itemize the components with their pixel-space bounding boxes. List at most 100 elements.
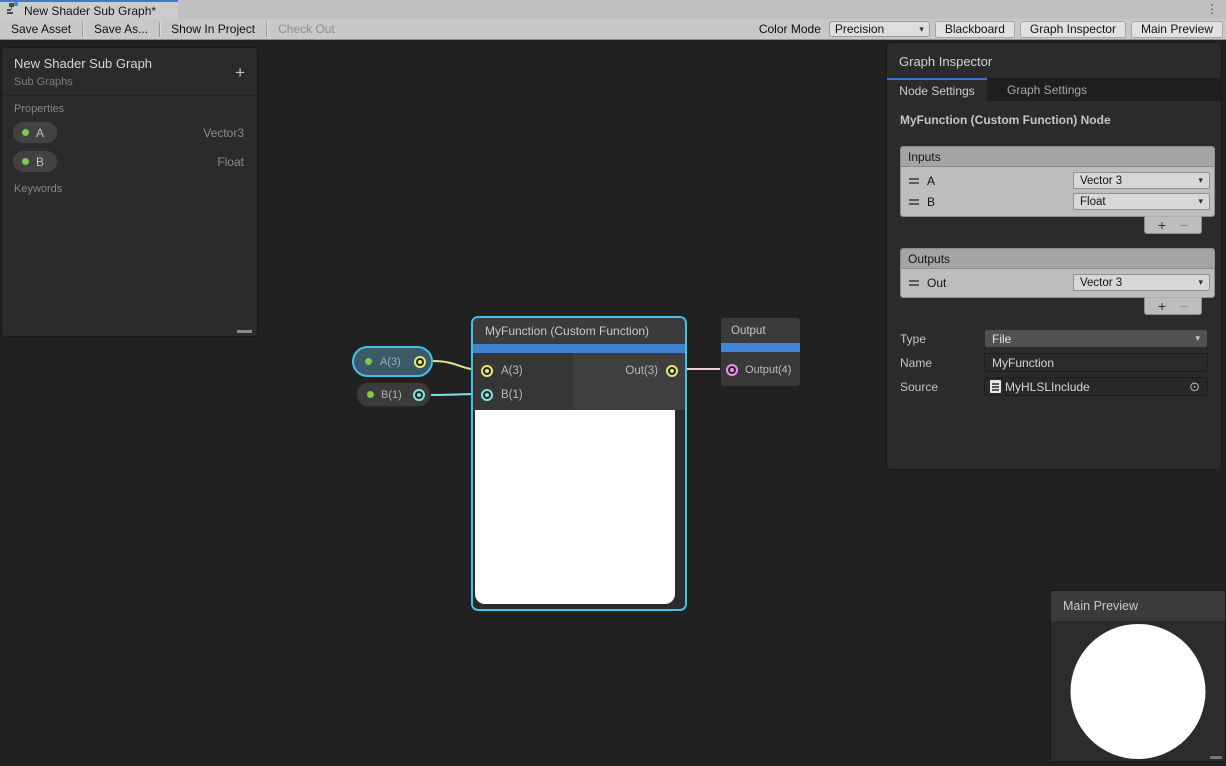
node-accent-bar (473, 344, 685, 353)
blackboard-resize-handle[interactable] (237, 330, 252, 333)
chevron-down-icon: ▾ (1198, 277, 1203, 288)
port-out[interactable] (666, 365, 678, 377)
property-pill-b[interactable]: B (12, 150, 58, 173)
add-input-button[interactable]: + (1158, 218, 1166, 232)
property-node-b[interactable]: B(1) (356, 382, 431, 407)
chevron-down-icon: ▾ (1198, 175, 1203, 186)
inputs-column: A(3) B(1) (473, 353, 574, 410)
property-a-name: A (36, 126, 44, 140)
color-mode-label: Color Mode (759, 22, 824, 36)
save-asset-button[interactable]: Save Asset (0, 19, 82, 39)
remove-input-button[interactable]: − (1180, 218, 1188, 232)
tab-graph-settings[interactable]: Graph Settings (987, 78, 1107, 101)
properties-section-label: Properties (2, 96, 257, 118)
input-a-type-value: Vector 3 (1080, 175, 1122, 187)
input-b-name: B (927, 195, 935, 209)
toolbar-right-group: Color Mode Precision ▾ Blackboard Graph … (759, 21, 1226, 38)
color-mode-value: Precision (835, 22, 884, 36)
add-property-button[interactable]: + (235, 64, 245, 81)
chevron-down-icon: ▾ (1198, 196, 1203, 207)
port-output-4[interactable] (726, 364, 738, 376)
file-icon (990, 380, 1001, 393)
main-preview-panel: Main Preview (1050, 590, 1226, 762)
output-out-type-dropdown[interactable]: Vector 3 ▾ (1073, 274, 1210, 291)
name-value: MyFunction (992, 356, 1054, 370)
tab-node-settings[interactable]: Node Settings (887, 78, 987, 101)
property-dot-icon (367, 391, 374, 398)
drag-handle-icon[interactable] (909, 280, 919, 286)
blackboard-toggle-button[interactable]: Blackboard (935, 21, 1015, 38)
remove-output-button[interactable]: − (1180, 299, 1188, 313)
main-preview-resize-handle[interactable] (1210, 756, 1222, 759)
graph-inspector-toggle-button[interactable]: Graph Inspector (1020, 21, 1126, 38)
custom-function-node-title[interactable]: MyFunction (Custom Function) (473, 318, 685, 344)
add-output-button[interactable]: + (1158, 299, 1166, 313)
inputs-list-footer: + − (1144, 216, 1202, 234)
inputs-list: Inputs A Vector 3 ▾ B Float (900, 146, 1215, 217)
property-dot-icon (365, 358, 372, 365)
port-b-output[interactable] (413, 389, 425, 401)
blackboard-property-row-b[interactable]: B Float (2, 147, 257, 176)
property-node-a[interactable]: A(3) (352, 346, 433, 377)
inputs-row-a[interactable]: A Vector 3 ▾ (905, 170, 1210, 191)
inspector-content: MyFunction (Custom Function) Node Inputs… (887, 101, 1221, 396)
main-preview-body[interactable] (1051, 621, 1225, 762)
color-mode-dropdown[interactable]: Precision ▾ (829, 21, 930, 37)
port-a-output[interactable] (414, 356, 426, 368)
window-menu-icon[interactable]: ⋮ (1206, 1, 1218, 18)
input-a-type-dropdown[interactable]: Vector 3 ▾ (1073, 172, 1210, 189)
source-value: MyHLSLInclude (1005, 380, 1090, 394)
drag-handle-icon[interactable] (909, 178, 919, 184)
source-label: Source (900, 380, 984, 394)
drag-handle-icon[interactable] (909, 199, 919, 205)
type-label: Type (900, 332, 984, 346)
blackboard-property-row-a[interactable]: A Vector3 (2, 118, 257, 147)
node-preview-area (473, 410, 685, 607)
input-b-type-dropdown[interactable]: Float ▾ (1073, 193, 1210, 210)
property-pill-a[interactable]: A (12, 121, 58, 144)
output-node[interactable]: Output Output(4) (720, 317, 801, 387)
object-picker-icon[interactable]: ⊙ (1189, 379, 1202, 395)
custom-function-node[interactable]: MyFunction (Custom Function) A(3) B(1) O… (471, 316, 687, 611)
property-dot-icon (22, 129, 29, 136)
main-preview-toggle-button[interactable]: Main Preview (1131, 21, 1223, 38)
chevron-down-icon: ▾ (1195, 333, 1200, 344)
document-tab-title: New Shader Sub Graph* (24, 4, 156, 18)
main-preview-header[interactable]: Main Preview (1051, 591, 1225, 621)
source-object-field[interactable]: MyHLSLInclude ⊙ (984, 377, 1208, 396)
input-a-name: A (927, 174, 935, 188)
input-port-row-a: A(3) (473, 359, 574, 383)
inspector-node-header: MyFunction (Custom Function) Node (900, 113, 1215, 127)
port-input-a[interactable] (481, 365, 493, 377)
output-node-title[interactable]: Output (721, 318, 800, 343)
outputs-list-rows: Out Vector 3 ▾ (901, 269, 1214, 297)
graph-inspector-title[interactable]: Graph Inspector (887, 43, 1221, 78)
name-field-row: Name MyFunction (900, 353, 1215, 372)
shader-graph-window: New Shader Sub Graph* ⋮ Save Asset Save … (0, 0, 1226, 766)
custom-function-ports: A(3) B(1) Out(3) (473, 353, 685, 410)
blackboard-title: New Shader Sub Graph (14, 56, 245, 71)
preview-sphere (1071, 624, 1206, 759)
blackboard-panel: New Shader Sub Graph Sub Graphs + Proper… (1, 47, 258, 337)
outputs-row-out[interactable]: Out Vector 3 ▾ (905, 272, 1210, 293)
property-dot-icon (22, 158, 29, 165)
input-b-label: B(1) (501, 389, 523, 401)
inputs-row-b[interactable]: B Float ▾ (905, 191, 1210, 212)
graph-inspector-panel: Graph Inspector Node Settings Graph Sett… (886, 42, 1222, 470)
type-dropdown[interactable]: File ▾ (984, 329, 1208, 348)
show-in-project-button[interactable]: Show In Project (160, 19, 266, 39)
outputs-list: Outputs Out Vector 3 ▾ + − (900, 248, 1215, 298)
property-b-type: Float (217, 155, 244, 169)
blackboard-subtitle: Sub Graphs (14, 76, 245, 88)
property-b-name: B (36, 155, 44, 169)
inspector-tabs: Node Settings Graph Settings (887, 78, 1221, 101)
blackboard-header[interactable]: New Shader Sub Graph Sub Graphs + (2, 48, 257, 96)
type-value: File (992, 332, 1011, 346)
name-input[interactable]: MyFunction (984, 353, 1208, 372)
outputs-column: Out(3) (574, 353, 685, 410)
out-label: Out(3) (625, 365, 658, 377)
port-input-b[interactable] (481, 389, 493, 401)
document-tab-strip: New Shader Sub Graph* ⋮ (0, 0, 1226, 19)
document-tab[interactable]: New Shader Sub Graph* (0, 0, 178, 19)
save-as-button[interactable]: Save As... (83, 19, 159, 39)
